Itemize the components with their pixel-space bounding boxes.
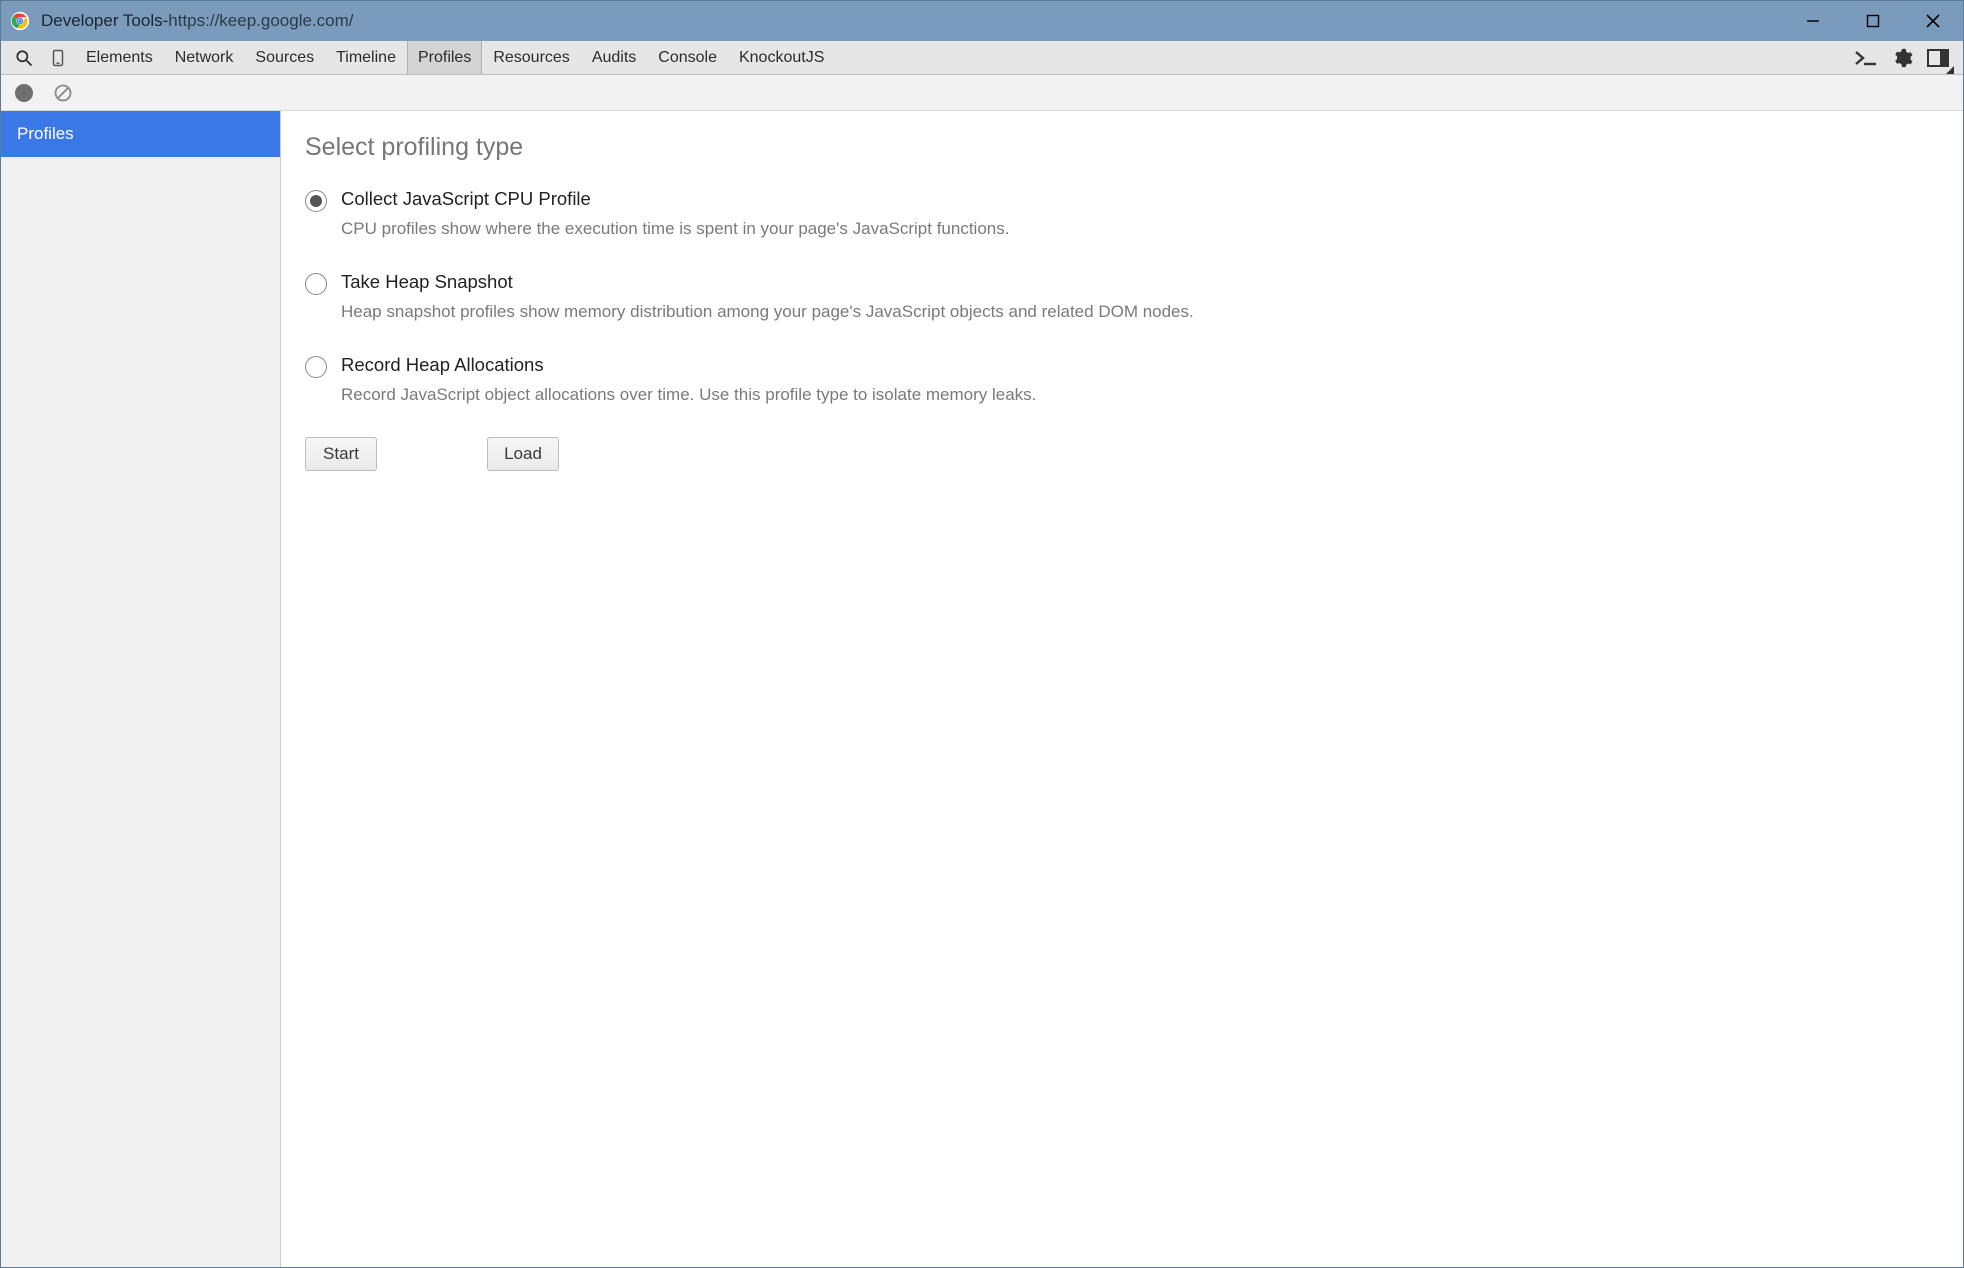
option-cpu-profile[interactable]: Collect JavaScript CPU Profile CPU profi… bbox=[305, 188, 1939, 241]
tab-knockoutjs[interactable]: KnockoutJS bbox=[728, 41, 835, 74]
window-maximize-button[interactable] bbox=[1843, 1, 1903, 41]
radio-icon[interactable] bbox=[305, 356, 327, 378]
window-controls bbox=[1783, 1, 1963, 41]
window-title-app: Developer Tools bbox=[41, 11, 163, 31]
tab-elements[interactable]: Elements bbox=[75, 41, 164, 74]
titlebar: Developer Tools - https://keep.google.co… bbox=[1, 1, 1963, 41]
option-heap-snapshot[interactable]: Take Heap Snapshot Heap snapshot profile… bbox=[305, 271, 1939, 324]
radio-icon[interactable] bbox=[305, 273, 327, 295]
dock-side-icon[interactable] bbox=[1925, 45, 1951, 71]
profiles-main-panel: Select profiling type Collect JavaScript… bbox=[281, 111, 1963, 1267]
record-button-icon[interactable] bbox=[15, 84, 33, 102]
clear-all-icon[interactable] bbox=[53, 83, 73, 103]
profiles-toolbar bbox=[1, 75, 1963, 111]
profiles-sidebar: Profiles bbox=[1, 111, 281, 1267]
device-mode-icon[interactable] bbox=[41, 41, 75, 74]
tab-resources[interactable]: Resources bbox=[482, 41, 580, 74]
inspect-element-icon[interactable] bbox=[7, 41, 41, 74]
option-title: Collect JavaScript CPU Profile bbox=[341, 188, 1009, 210]
show-drawer-icon[interactable] bbox=[1853, 45, 1879, 71]
tab-profiles[interactable]: Profiles bbox=[407, 41, 482, 74]
tab-console[interactable]: Console bbox=[647, 41, 728, 74]
app-window: Developer Tools - https://keep.google.co… bbox=[0, 0, 1964, 1268]
settings-gear-icon[interactable] bbox=[1889, 45, 1915, 71]
option-description: CPU profiles show where the execution ti… bbox=[341, 218, 1009, 241]
chrome-icon bbox=[9, 10, 31, 32]
radio-icon[interactable] bbox=[305, 190, 327, 212]
tab-network[interactable]: Network bbox=[164, 41, 245, 74]
option-heap-allocations[interactable]: Record Heap Allocations Record JavaScrip… bbox=[305, 354, 1939, 407]
profiles-content: Profiles Select profiling type Collect J… bbox=[1, 111, 1963, 1267]
tab-audits[interactable]: Audits bbox=[581, 41, 647, 74]
option-description: Record JavaScript object allocations ove… bbox=[341, 384, 1036, 407]
sidebar-item-label: Profiles bbox=[17, 124, 74, 144]
option-title: Take Heap Snapshot bbox=[341, 271, 1194, 293]
option-description: Heap snapshot profiles show memory distr… bbox=[341, 301, 1194, 324]
panel-heading: Select profiling type bbox=[305, 133, 1939, 162]
option-title: Record Heap Allocations bbox=[341, 354, 1036, 376]
start-button[interactable]: Start bbox=[305, 437, 377, 471]
tab-timeline[interactable]: Timeline bbox=[325, 41, 407, 74]
window-title-url: https://keep.google.com/ bbox=[168, 11, 353, 31]
window-minimize-button[interactable] bbox=[1783, 1, 1843, 41]
window-close-button[interactable] bbox=[1903, 1, 1963, 41]
sidebar-item-profiles[interactable]: Profiles bbox=[1, 111, 280, 157]
tab-sources[interactable]: Sources bbox=[244, 41, 325, 74]
load-button[interactable]: Load bbox=[487, 437, 559, 471]
devtools-tabbar: ElementsNetworkSourcesTimelineProfilesRe… bbox=[1, 41, 1963, 75]
